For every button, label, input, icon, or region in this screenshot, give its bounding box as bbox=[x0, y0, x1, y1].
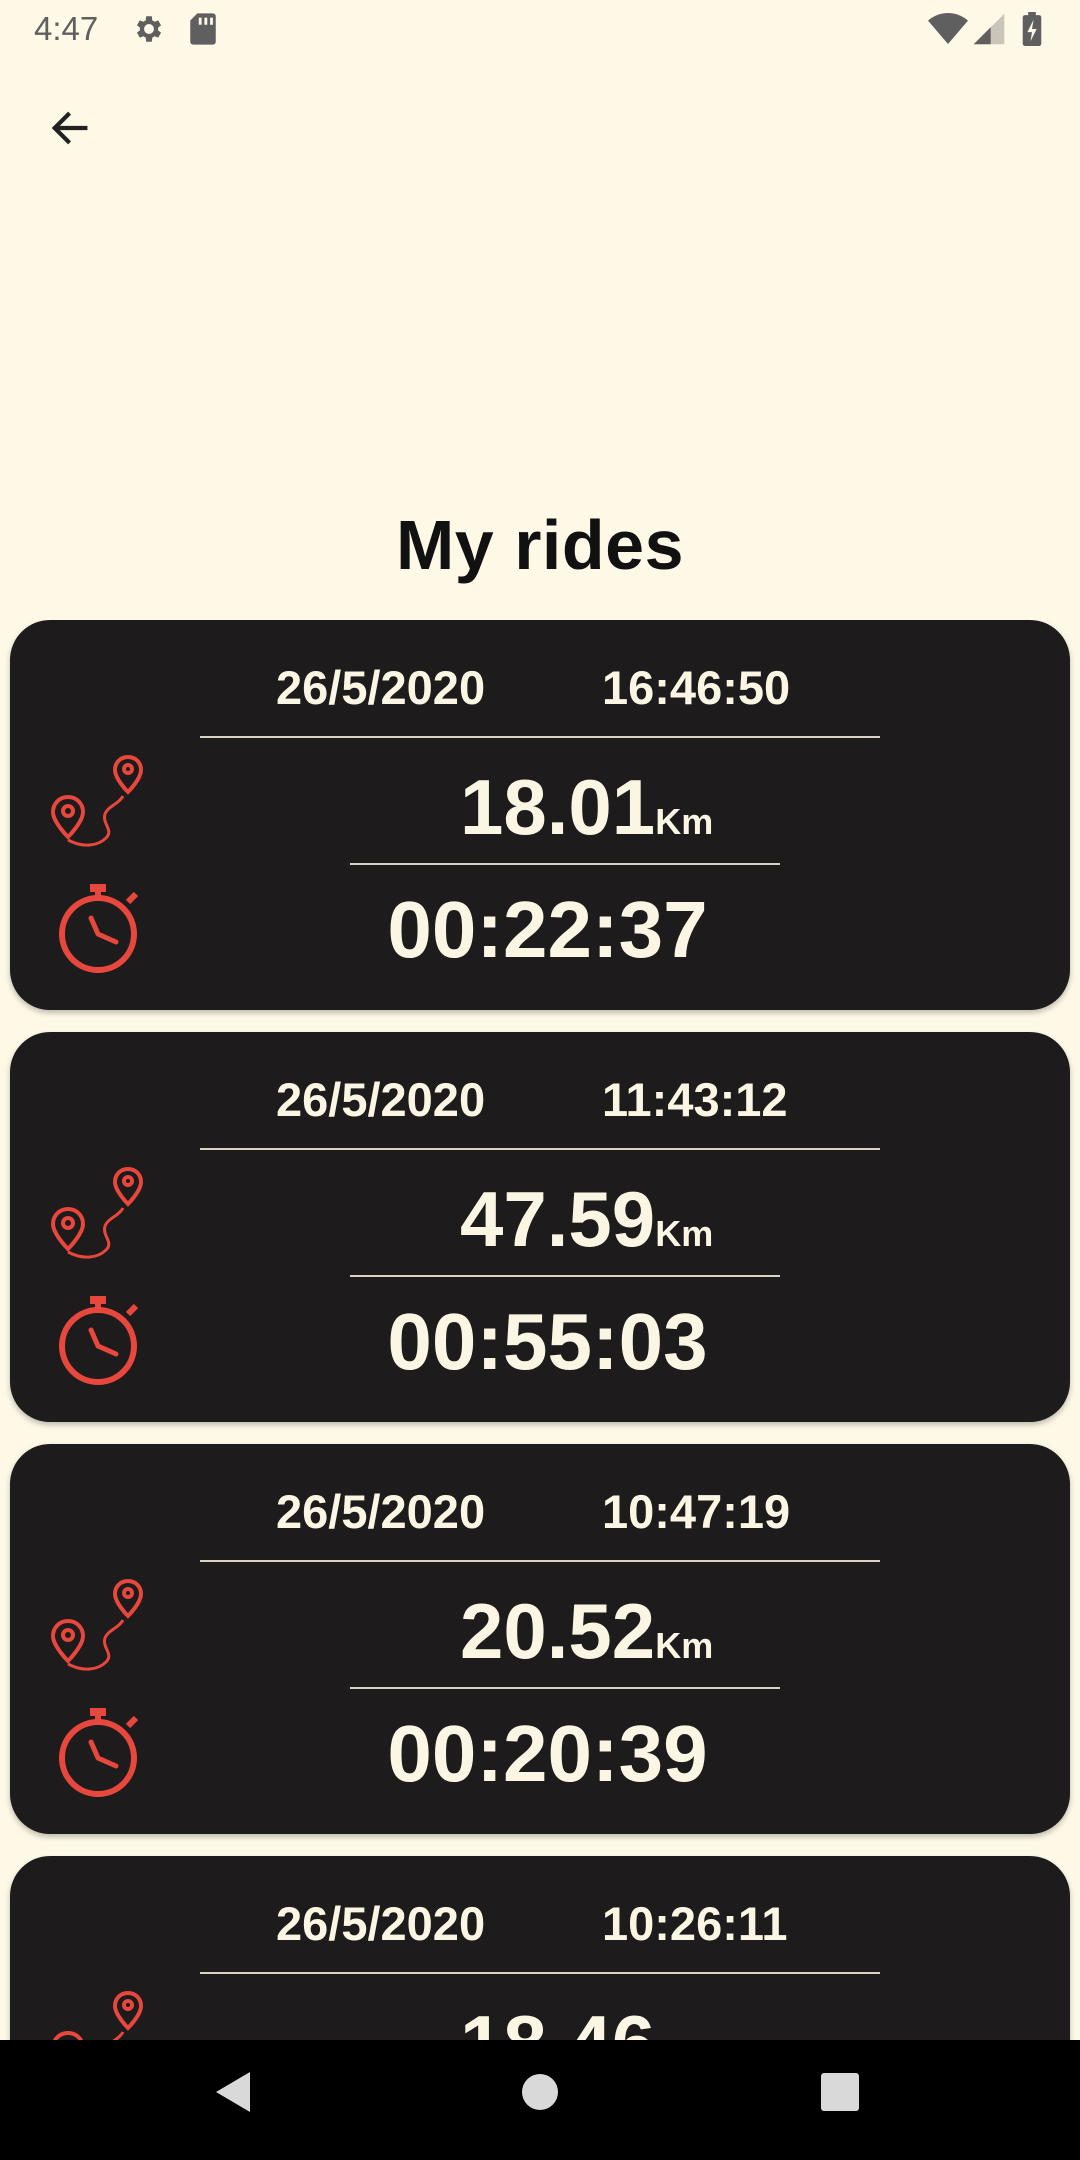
distance-unit: Km bbox=[655, 1625, 714, 1666]
ride-card[interactable]: 26/5/2020 10:26:11 18.46Km bbox=[10, 1856, 1070, 2040]
ride-distance: 18.01Km bbox=[460, 762, 713, 853]
ride-time: 10:26:11 bbox=[602, 1897, 788, 1950]
arrow-left-icon bbox=[47, 105, 93, 156]
divider bbox=[200, 1148, 880, 1150]
divider bbox=[200, 1972, 880, 1974]
rides-list[interactable]: 26/5/2020 16:46:50 18.01Km 00:22:37 26/5… bbox=[0, 620, 1080, 2040]
distance-value: 47.59 bbox=[460, 1175, 656, 1263]
divider bbox=[200, 736, 880, 738]
distance-unit: Km bbox=[655, 1213, 714, 1254]
gear-icon bbox=[132, 12, 166, 51]
ride-card[interactable]: 26/5/2020 10:47:19 20.52Km 00:20:39 bbox=[10, 1444, 1070, 1834]
ride-duration: 00:22:37 bbox=[387, 885, 708, 974]
recents-square-icon[interactable] bbox=[820, 2072, 860, 2117]
divider bbox=[350, 1275, 780, 1277]
distance-value: 18.46 bbox=[460, 1999, 655, 2040]
ride-date: 26/5/2020 bbox=[276, 1073, 486, 1126]
ride-date: 26/5/2020 bbox=[276, 661, 486, 714]
ride-duration: 00:55:03 bbox=[387, 1297, 708, 1386]
home-circle-icon[interactable] bbox=[520, 2070, 560, 2119]
wifi-icon bbox=[928, 12, 968, 51]
divider bbox=[350, 863, 780, 865]
ride-time: 11:43:12 bbox=[602, 1073, 788, 1126]
page-title: My rides bbox=[396, 506, 684, 584]
distance-unit: Km bbox=[655, 801, 714, 842]
distance-value: 20.52 bbox=[460, 1587, 656, 1675]
route-icon bbox=[48, 1988, 158, 2040]
ride-date: 26/5/2020 bbox=[276, 1485, 486, 1538]
ride-date: 26/5/2020 bbox=[276, 1897, 486, 1950]
back-triangle-icon[interactable] bbox=[214, 2070, 254, 2119]
navigation-bar bbox=[0, 2040, 1080, 2160]
route-icon bbox=[48, 1164, 158, 1269]
battery-icon bbox=[1022, 12, 1042, 51]
ride-card[interactable]: 26/5/2020 11:43:12 47.59Km 00:55:03 bbox=[10, 1032, 1070, 1422]
status-time: 4:47 bbox=[34, 10, 99, 47]
ride-distance: 18.46Km bbox=[460, 1998, 713, 2040]
route-icon bbox=[48, 752, 158, 857]
ride-distance: 20.52Km bbox=[460, 1586, 713, 1677]
divider bbox=[350, 1687, 780, 1689]
ride-card[interactable]: 26/5/2020 16:46:50 18.01Km 00:22:37 bbox=[10, 620, 1070, 1010]
ride-distance: 47.59Km bbox=[460, 1174, 713, 1265]
status-bar: 4:47 bbox=[0, 0, 1080, 60]
route-icon bbox=[48, 1576, 158, 1681]
ride-duration: 00:20:39 bbox=[387, 1709, 708, 1798]
distance-value: 18.01 bbox=[460, 763, 656, 851]
sd-card-icon bbox=[188, 12, 218, 51]
ride-time: 16:46:50 bbox=[602, 661, 791, 714]
divider bbox=[200, 1560, 880, 1562]
signal-icon bbox=[972, 12, 1006, 51]
ride-time: 10:47:19 bbox=[602, 1485, 791, 1538]
back-button[interactable] bbox=[40, 100, 100, 160]
